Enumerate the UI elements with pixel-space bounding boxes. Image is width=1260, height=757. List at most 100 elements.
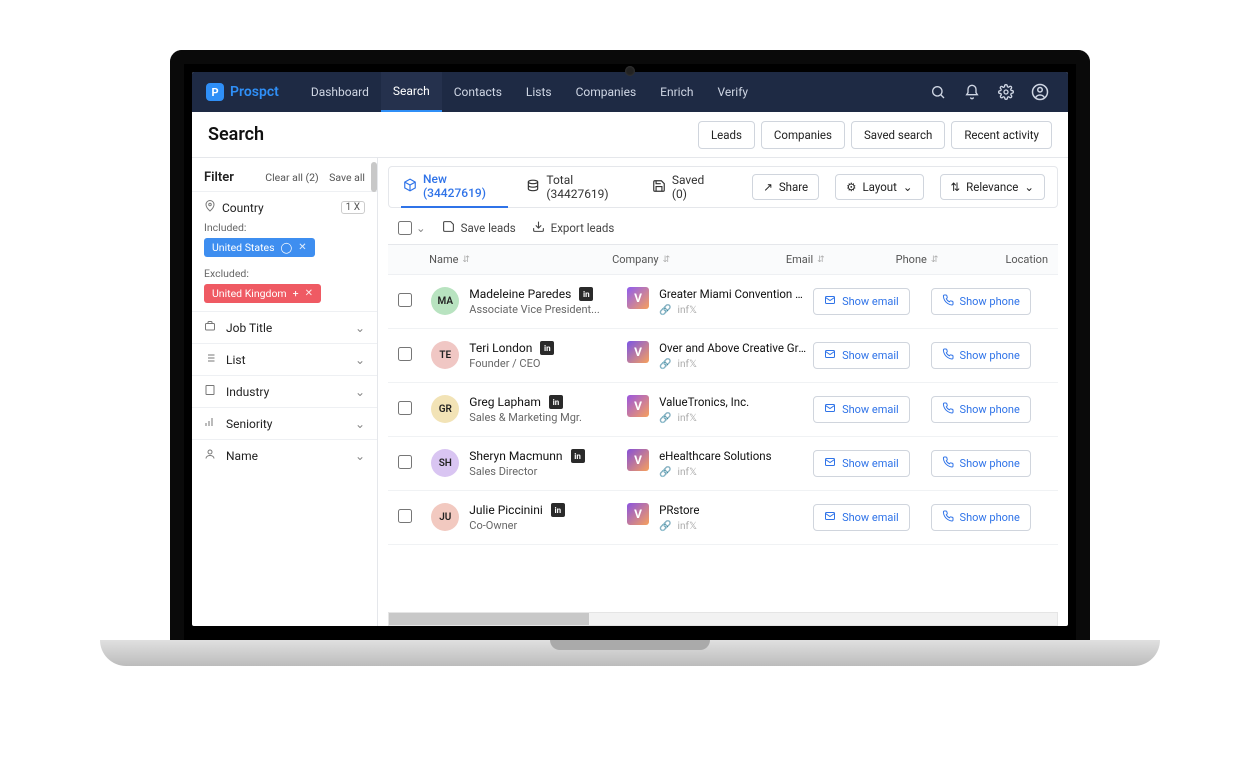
col-company[interactable]: Company⇵ bbox=[612, 253, 786, 266]
nav-item-verify[interactable]: Verify bbox=[705, 72, 760, 112]
page-header: Search LeadsCompaniesSaved searchRecent … bbox=[192, 112, 1068, 158]
row-checkbox[interactable] bbox=[398, 401, 412, 415]
scrollbar-thumb[interactable] bbox=[371, 162, 377, 192]
nav-item-search[interactable]: Search bbox=[381, 72, 442, 112]
row-checkbox[interactable] bbox=[398, 455, 412, 469]
col-name[interactable]: Name⇵ bbox=[429, 253, 612, 266]
header-btn-leads[interactable]: Leads bbox=[698, 121, 755, 149]
person-name[interactable]: Madeleine Paredes bbox=[469, 287, 571, 301]
user-avatar-icon[interactable] bbox=[1026, 78, 1054, 106]
show-email-button[interactable]: Show email bbox=[813, 342, 910, 369]
link-icon[interactable]: 🔗 bbox=[659, 359, 671, 370]
filter-section-name[interactable]: Name⌄ bbox=[192, 439, 377, 471]
linkedin-icon[interactable]: inf𝕏 bbox=[678, 305, 698, 316]
chip-remove-icon[interactable]: ✕ bbox=[298, 242, 306, 253]
filter-section-industry[interactable]: Industry⌄ bbox=[192, 375, 377, 407]
x-icon[interactable]: 𝕏 bbox=[689, 359, 697, 370]
show-email-button[interactable]: Show email bbox=[813, 504, 910, 531]
horizontal-scrollbar[interactable] bbox=[388, 612, 1058, 626]
filter-section-job-title[interactable]: Job Title⌄ bbox=[192, 311, 377, 343]
linkedin-icon[interactable]: inf𝕏 bbox=[678, 359, 698, 370]
mail-icon bbox=[824, 348, 836, 363]
show-phone-button[interactable]: Show phone bbox=[931, 396, 1031, 423]
layout-button[interactable]: ⚙Layout⌄ bbox=[835, 174, 923, 200]
gear-icon[interactable] bbox=[992, 78, 1020, 106]
col-phone[interactable]: Phone⇵ bbox=[896, 253, 1006, 266]
linkedin-icon[interactable]: inf𝕏 bbox=[678, 521, 698, 532]
linkedin-icon[interactable]: in bbox=[579, 287, 593, 301]
nav-item-dashboard[interactable]: Dashboard bbox=[299, 72, 381, 112]
chip-remove-icon[interactable]: ✕ bbox=[305, 288, 313, 299]
linkedin-icon[interactable]: in bbox=[571, 449, 585, 463]
linkedin-icon[interactable]: in bbox=[540, 341, 554, 355]
country-label: Country bbox=[222, 201, 264, 215]
col-location[interactable]: Location bbox=[1005, 253, 1048, 266]
person-name[interactable]: Sheryn Macmunn bbox=[469, 449, 562, 463]
linkedin-icon[interactable]: inf𝕏 bbox=[678, 467, 698, 478]
filter-section-seniority[interactable]: Seniority⌄ bbox=[192, 407, 377, 439]
show-email-button[interactable]: Show email bbox=[813, 396, 910, 423]
brand-logo[interactable]: P Prospct bbox=[206, 83, 279, 101]
x-icon[interactable]: 𝕏 bbox=[689, 305, 697, 316]
link-icon[interactable]: 🔗 bbox=[659, 467, 671, 478]
x-icon[interactable]: 𝕏 bbox=[689, 521, 697, 532]
linkedin-icon[interactable]: inf𝕏 bbox=[678, 413, 698, 424]
included-label: Included: bbox=[204, 221, 365, 234]
show-phone-button[interactable]: Show phone bbox=[931, 504, 1031, 531]
tab-total[interactable]: Total (34427619) bbox=[524, 167, 633, 207]
person-name[interactable]: Julie Piccinini bbox=[469, 503, 542, 517]
linkedin-icon[interactable]: in bbox=[549, 395, 563, 409]
show-email-button[interactable]: Show email bbox=[813, 288, 910, 315]
filter-country[interactable]: Country 1 X Included: United States ◯✕ E… bbox=[192, 191, 377, 311]
person-name[interactable]: Teri London bbox=[469, 341, 532, 355]
select-all-checkbox[interactable] bbox=[398, 221, 412, 235]
row-checkbox[interactable] bbox=[398, 347, 412, 361]
col-email[interactable]: Email⇵ bbox=[786, 253, 896, 266]
header-btn-companies[interactable]: Companies bbox=[761, 121, 845, 149]
export-leads-action[interactable]: Export leads bbox=[532, 220, 615, 236]
company-name[interactable]: PRstore bbox=[659, 503, 699, 517]
nav-item-contacts[interactable]: Contacts bbox=[442, 72, 514, 112]
filter-section-list[interactable]: List⌄ bbox=[192, 343, 377, 375]
link-icon[interactable]: 🔗 bbox=[659, 521, 671, 532]
relevance-button[interactable]: ⇅Relevance⌄ bbox=[940, 174, 1046, 200]
nav-item-companies[interactable]: Companies bbox=[564, 72, 649, 112]
nav-item-enrich[interactable]: Enrich bbox=[648, 72, 705, 112]
chip-included[interactable]: United States ◯✕ bbox=[204, 238, 315, 257]
tab-saved[interactable]: Saved (0) bbox=[650, 167, 720, 207]
header-btn-recent-activity[interactable]: Recent activity bbox=[951, 121, 1052, 149]
share-button[interactable]: ↗Share bbox=[752, 174, 819, 200]
person-name[interactable]: Greg Lapham bbox=[469, 395, 541, 409]
link-icon[interactable]: 🔗 bbox=[659, 305, 671, 316]
x-icon[interactable]: 𝕏 bbox=[689, 413, 697, 424]
avatar: MA bbox=[431, 287, 459, 315]
chevron-down-icon: ⌄ bbox=[355, 321, 365, 335]
save-icon bbox=[652, 179, 666, 196]
clear-all-link[interactable]: Clear all (2) bbox=[265, 171, 318, 184]
company-name[interactable]: Greater Miami Convention & V... bbox=[659, 287, 809, 301]
row-checkbox[interactable] bbox=[398, 509, 412, 523]
bell-icon[interactable] bbox=[958, 78, 986, 106]
linkedin-icon[interactable]: in bbox=[551, 503, 565, 517]
x-icon[interactable]: 𝕏 bbox=[689, 467, 697, 478]
scrollbar-thumb[interactable] bbox=[389, 613, 589, 625]
search-icon[interactable] bbox=[924, 78, 952, 106]
company-name[interactable]: ValueTronics, Inc. bbox=[659, 395, 749, 409]
company-name[interactable]: Over and Above Creative Group bbox=[659, 341, 809, 355]
chip-excluded[interactable]: United Kingdom +✕ bbox=[204, 284, 321, 303]
show-phone-button[interactable]: Show phone bbox=[931, 288, 1031, 315]
save-leads-action[interactable]: Save leads bbox=[442, 220, 516, 236]
row-checkbox[interactable] bbox=[398, 293, 412, 307]
header-btn-saved-search[interactable]: Saved search bbox=[851, 121, 945, 149]
show-phone-button[interactable]: Show phone bbox=[931, 450, 1031, 477]
chevron-down-icon[interactable]: ⌄ bbox=[416, 221, 426, 235]
show-email-button[interactable]: Show email bbox=[813, 450, 910, 477]
tab-new[interactable]: New (34427619) bbox=[401, 166, 508, 208]
country-count[interactable]: 1 X bbox=[341, 201, 365, 214]
brand-name: Prospct bbox=[230, 84, 279, 100]
show-phone-button[interactable]: Show phone bbox=[931, 342, 1031, 369]
link-icon[interactable]: 🔗 bbox=[659, 413, 671, 424]
company-name[interactable]: eHealthcare Solutions bbox=[659, 449, 772, 463]
save-all-link[interactable]: Save all bbox=[329, 171, 365, 184]
nav-item-lists[interactable]: Lists bbox=[514, 72, 564, 112]
